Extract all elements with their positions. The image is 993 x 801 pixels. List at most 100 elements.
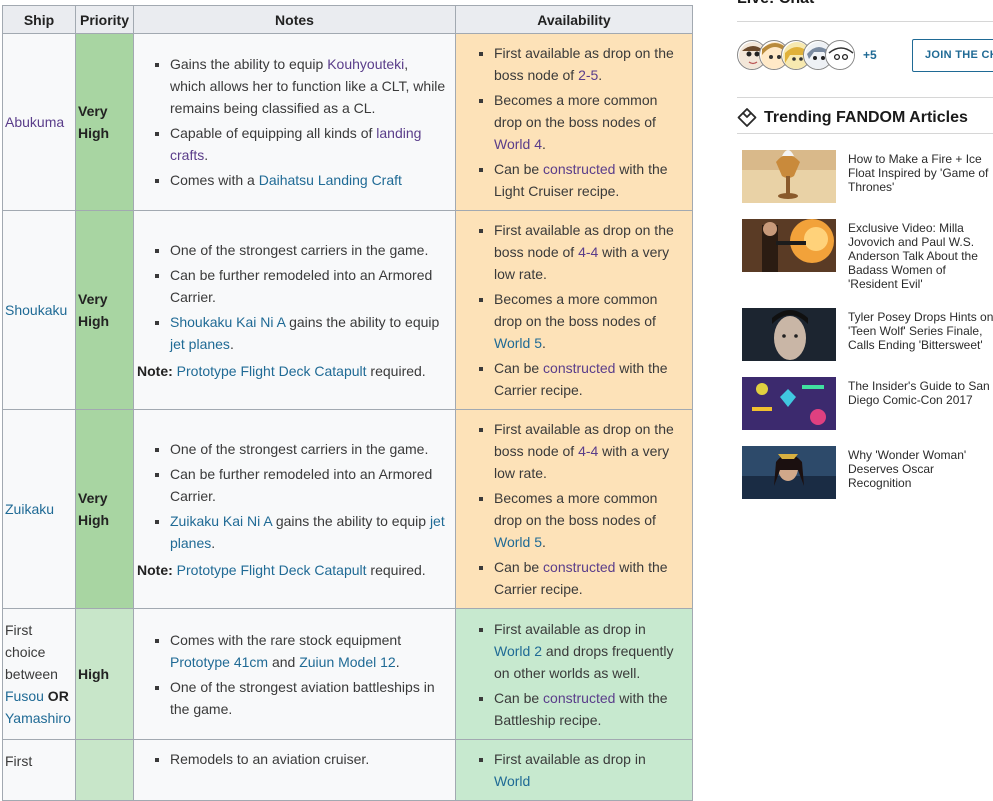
text: . bbox=[395, 653, 400, 670]
list-item: Can be further remodeled into an Armored… bbox=[170, 264, 453, 308]
ship-cell: Abukuma bbox=[2, 33, 76, 211]
list-item: One of the strongest carriers in the gam… bbox=[170, 239, 453, 261]
article-thumbnail[interactable] bbox=[742, 308, 836, 361]
ship-link-shoukaku[interactable]: Shoukaku bbox=[5, 302, 67, 318]
notes-cell: Remodels to an aviation cruiser. bbox=[133, 739, 456, 801]
trending-title: Trending FANDOM Articles bbox=[764, 109, 968, 126]
article-thumbnail[interactable] bbox=[742, 446, 836, 499]
zuikaku-kai-ni-a-link[interactable]: Zuikaku Kai Ni A bbox=[170, 513, 272, 529]
list-item: Becomes a more common drop on the boss n… bbox=[494, 487, 690, 553]
text: . bbox=[229, 335, 234, 352]
text: Capable of equipping all kinds of bbox=[170, 125, 377, 141]
list-item: One of the strongest aviation battleship… bbox=[170, 676, 453, 720]
catapult-link[interactable]: Prototype Flight Deck Catapult bbox=[177, 562, 367, 578]
prototype-41cm-link[interactable]: Prototype 41cm bbox=[170, 654, 268, 670]
list-item: Zuikaku Kai Ni A gains the ability to eq… bbox=[170, 510, 453, 554]
zuiun-model-12-link[interactable]: Zuiun Model 12 bbox=[299, 654, 396, 670]
list-item: Can be constructed with the Battleship r… bbox=[494, 687, 690, 731]
world-5-link[interactable]: World 5 bbox=[494, 534, 542, 550]
ship-link-yamashiro[interactable]: Yamashiro bbox=[5, 710, 71, 726]
world-4-link[interactable]: World 4 bbox=[494, 136, 542, 152]
header-availability[interactable]: Availability bbox=[455, 5, 693, 34]
world-5-link[interactable]: World 5 bbox=[494, 335, 542, 351]
constructed-link[interactable]: constructed bbox=[543, 360, 615, 376]
text: . bbox=[541, 136, 546, 152]
text: . bbox=[204, 147, 209, 163]
text: First available as drop in bbox=[494, 620, 646, 637]
notes-list: Gains the ability to equip Kouhyouteki, … bbox=[136, 53, 453, 191]
map-2-5-link[interactable]: 2-5 bbox=[578, 67, 598, 83]
map-4-4-link[interactable]: 4-4 bbox=[578, 244, 598, 260]
text: Becomes a more common drop on the boss n… bbox=[494, 92, 658, 130]
world-2-link[interactable]: World 2 bbox=[494, 643, 542, 659]
header-ship[interactable]: Ship bbox=[2, 5, 76, 34]
divider bbox=[737, 97, 993, 98]
list-item: Shoukaku Kai Ni A gains the ability to e… bbox=[170, 311, 453, 355]
fandom-heart-icon bbox=[737, 108, 757, 128]
article-thumbnail[interactable] bbox=[742, 150, 836, 203]
ship-link-zuikaku[interactable]: Zuikaku bbox=[5, 501, 54, 517]
header-notes[interactable]: Notes bbox=[133, 5, 456, 34]
world-link[interactable]: World bbox=[494, 773, 530, 789]
article-title[interactable]: Exclusive Video: Milla Jovovich and Paul… bbox=[848, 221, 993, 291]
text: First available as drop in bbox=[494, 751, 646, 767]
notes-list: Comes with the rare stock equipment Prot… bbox=[136, 629, 453, 720]
chat-avatars[interactable] bbox=[737, 40, 857, 72]
kouhyouteki-link[interactable]: Kouhyouteki bbox=[327, 56, 404, 72]
map-4-4-link[interactable]: 4-4 bbox=[578, 443, 598, 459]
avatar[interactable] bbox=[825, 40, 855, 70]
article-title[interactable]: Tyler Posey Drops Hints on 'Teen Wolf' S… bbox=[848, 310, 993, 352]
divider bbox=[737, 133, 993, 134]
more-users-count[interactable]: +5 bbox=[863, 48, 877, 62]
text: gains the ability to equip bbox=[271, 512, 430, 529]
ship-cell: First choice between Fusou OR Yamashiro bbox=[2, 608, 76, 740]
priority-cell bbox=[75, 739, 134, 801]
text: Becomes a more common drop on the boss n… bbox=[494, 490, 658, 528]
notes-cell: One of the strongest carriers in the gam… bbox=[133, 409, 456, 609]
text: and bbox=[268, 653, 300, 670]
daihatsu-link[interactable]: Daihatsu Landing Craft bbox=[259, 172, 402, 188]
article-title[interactable]: How to Make a Fire + Ice Float Inspired … bbox=[848, 152, 993, 194]
text: Comes with the rare stock equipment bbox=[170, 631, 402, 648]
text: required. bbox=[366, 362, 426, 379]
constructed-link[interactable]: constructed bbox=[543, 161, 615, 177]
list-item: Comes with a Daihatsu Landing Craft bbox=[170, 169, 453, 191]
note-label: Note: bbox=[137, 561, 173, 578]
priority-cell: Very High bbox=[75, 409, 134, 609]
list-item: First available as drop in World 2 and d… bbox=[494, 618, 690, 684]
priority-cell: High bbox=[75, 608, 134, 740]
constructed-link[interactable]: constructed bbox=[543, 690, 615, 706]
ship-priority-table: Ship Priority Notes Availability Abukuma… bbox=[2, 5, 693, 801]
text: . bbox=[211, 534, 216, 551]
text: gains the ability to equip bbox=[285, 313, 440, 330]
availability-cell: First available as drop on the boss node… bbox=[455, 210, 693, 410]
list-item: Gains the ability to equip Kouhyouteki, … bbox=[170, 53, 453, 119]
note-line: Note: Prototype Flight Deck Catapult req… bbox=[136, 559, 453, 581]
table-row: First choice between Fusou OR Yamashiro … bbox=[2, 608, 693, 740]
availability-list: First available as drop in World 2 and d… bbox=[458, 618, 690, 731]
join-chat-button[interactable]: JOIN THE CHAT bbox=[912, 39, 993, 72]
text: Comes with a bbox=[170, 172, 259, 188]
availability-list: First available as drop in World bbox=[458, 748, 690, 792]
text: Can be bbox=[494, 161, 544, 177]
list-item: First available as drop in World bbox=[494, 748, 690, 792]
availability-cell: First available as drop in World 2 and d… bbox=[455, 608, 693, 740]
catapult-link[interactable]: Prototype Flight Deck Catapult bbox=[177, 363, 367, 379]
ship-link-abukuma[interactable]: Abukuma bbox=[5, 114, 64, 130]
constructed-link[interactable]: constructed bbox=[543, 559, 615, 575]
shoukaku-kai-ni-a-link[interactable]: Shoukaku Kai Ni A bbox=[170, 314, 285, 330]
notes-cell: Comes with the rare stock equipment Prot… bbox=[133, 608, 456, 740]
availability-list: First available as drop on the boss node… bbox=[458, 42, 690, 202]
jet-planes-link[interactable]: jet planes bbox=[170, 336, 230, 352]
article-thumbnail[interactable] bbox=[742, 377, 836, 430]
text: Can be bbox=[494, 360, 544, 376]
article-title[interactable]: The Insider's Guide to San Diego Comic-C… bbox=[848, 379, 993, 407]
priority-cell: Very High bbox=[75, 210, 134, 410]
notes-list: One of the strongest carriers in the gam… bbox=[136, 438, 453, 554]
article-title[interactable]: Why 'Wonder Woman' Deserves Oscar Recogn… bbox=[848, 448, 993, 490]
notes-list: One of the strongest carriers in the gam… bbox=[136, 239, 453, 355]
header-priority[interactable]: Priority bbox=[75, 5, 134, 34]
list-item: Capable of equipping all kinds of landin… bbox=[170, 122, 453, 166]
article-thumbnail[interactable] bbox=[742, 219, 836, 272]
table-row: Shoukaku Very High One of the strongest … bbox=[2, 210, 693, 410]
